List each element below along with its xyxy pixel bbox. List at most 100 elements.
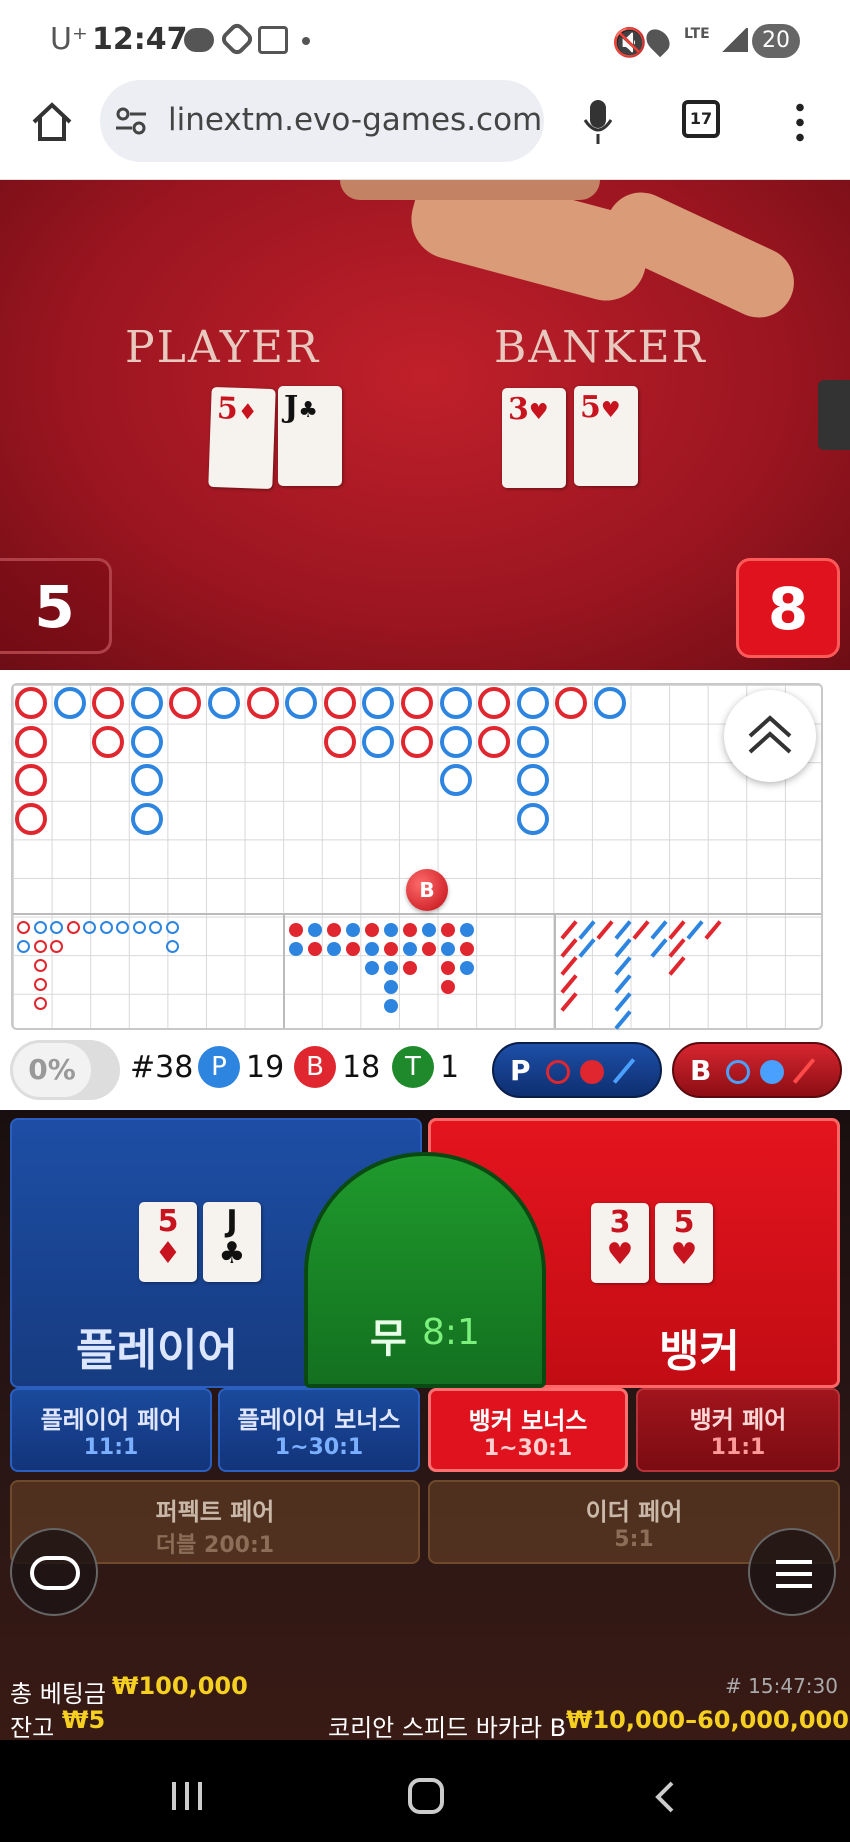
player-prediction-button[interactable]: P: [492, 1042, 662, 1098]
banker-pair-bet[interactable]: 뱅커 페어 11:1: [636, 1388, 840, 1472]
recent-apps-icon[interactable]: [172, 1782, 202, 1810]
road-mark: [308, 923, 322, 937]
road-mark: [15, 725, 47, 758]
signal-icon: [720, 28, 748, 52]
road-mark: [346, 942, 360, 956]
tie-count: 1: [440, 1050, 460, 1085]
road-mark: [422, 923, 436, 937]
table-limits: ₩10,000–60,000,000: [566, 1706, 849, 1734]
site-settings-icon[interactable]: [114, 104, 148, 142]
banker-prediction-button[interactable]: B: [672, 1042, 842, 1098]
player-bet-label: 플레이어: [76, 1325, 238, 1376]
road-mark: [285, 687, 318, 719]
player-pair-bet[interactable]: 플레이어 페어 11:1: [10, 1388, 212, 1472]
road-mark: [165, 921, 179, 934]
road-mark: [365, 923, 379, 937]
road-mark: [614, 920, 632, 940]
road-mark: [33, 997, 47, 1010]
road-mark: [668, 956, 686, 976]
home-button-icon[interactable]: [408, 1778, 444, 1814]
network-label: LTE: [684, 26, 710, 42]
tie-bet-odds: 8:1: [422, 1312, 480, 1353]
link-icon: [218, 20, 256, 58]
road-mark: [560, 974, 578, 994]
road-mark: [33, 940, 47, 953]
player-score: 5: [0, 558, 112, 654]
road-mark: [362, 725, 395, 758]
road-mark: [33, 921, 47, 934]
road-mark: [17, 940, 30, 953]
road-mark: [83, 921, 96, 934]
road-mark: [327, 942, 341, 956]
player-count-badge: P: [198, 1046, 240, 1088]
dealer-hand: [594, 181, 806, 329]
road-mark: [478, 725, 511, 758]
back-icon[interactable]: [650, 1780, 680, 1818]
road-mark: [441, 923, 455, 937]
road-mark: [614, 956, 632, 976]
road-mark: [130, 687, 163, 719]
prediction-slash-icon: [792, 1058, 816, 1084]
player-count: 19: [246, 1050, 285, 1085]
table-name: 코리안 스피드 바카라 B: [328, 1714, 567, 1742]
road-mark: [149, 921, 162, 934]
home-icon[interactable]: [30, 100, 74, 144]
road-mark: [668, 920, 686, 940]
road-mark: [289, 942, 303, 956]
collapse-roadmap-button[interactable]: [724, 690, 816, 782]
road-mark: [50, 921, 63, 934]
banker-count-badge: B: [294, 1046, 336, 1088]
road-mark: [365, 942, 379, 956]
road-mark: [365, 961, 379, 975]
tie-count-badge: T: [392, 1046, 434, 1088]
microphone-icon[interactable]: [582, 98, 614, 152]
road-mark: [346, 923, 360, 937]
road-mark: [33, 978, 47, 991]
chat-icon: [30, 1556, 80, 1590]
chat-button[interactable]: [10, 1528, 98, 1616]
banker-count: 18: [342, 1050, 381, 1085]
road-mark: [130, 764, 163, 797]
road-mark: [555, 687, 588, 719]
road-mark: [130, 725, 163, 758]
roadmap-divider: [554, 913, 556, 1028]
road-mark: [460, 923, 474, 937]
battery-badge: 20: [752, 24, 800, 58]
road-mark: [650, 920, 668, 940]
road-mark: [560, 992, 578, 1012]
screenshot-icon: [258, 26, 288, 54]
overflow-menu-icon[interactable]: [796, 100, 804, 144]
hamburger-icon: [776, 1560, 812, 1588]
chevron-up-icon: [748, 715, 792, 754]
road-mark: [403, 961, 417, 975]
road-mark: [632, 920, 650, 940]
road-mark: [439, 687, 472, 719]
game-id: # 15:47:30: [725, 1674, 838, 1698]
road-mark: [246, 687, 279, 719]
road-mark: [516, 687, 549, 719]
menu-button[interactable]: [748, 1528, 836, 1616]
url-text[interactable]: linextm.evo-games.com: [168, 102, 542, 138]
road-mark: [17, 921, 30, 934]
prediction-slash-icon: [612, 1058, 636, 1084]
road-mark: [401, 687, 433, 719]
road-mark: [441, 942, 455, 956]
android-nav-bar: [0, 1740, 850, 1842]
tab-counter[interactable]: 17: [682, 100, 720, 138]
road-mark: [130, 802, 163, 835]
percent-toggle[interactable]: 0%: [10, 1040, 120, 1100]
banker-card-1: 3♥: [502, 388, 566, 488]
clock: 12:47: [92, 22, 188, 57]
balance-value: ₩5: [62, 1706, 106, 1734]
road-mark: [594, 687, 626, 719]
road-mark: [66, 921, 80, 934]
player-bonus-bet[interactable]: 플레이어 보너스 1~30:1: [218, 1388, 420, 1472]
banker-bonus-bet[interactable]: 뱅커 보너스 1~30:1: [428, 1388, 628, 1472]
road-mark: [323, 725, 356, 758]
tie-bet-spot[interactable]: 무 8:1: [304, 1152, 546, 1388]
stats-bar: 0% #38 P 19 B 18 T 1 P B: [0, 1030, 850, 1110]
road-mark: [15, 764, 47, 797]
road-mark: [169, 687, 202, 719]
carrier-label: U⁺: [50, 22, 88, 57]
prediction-ring-icon: [546, 1060, 570, 1084]
